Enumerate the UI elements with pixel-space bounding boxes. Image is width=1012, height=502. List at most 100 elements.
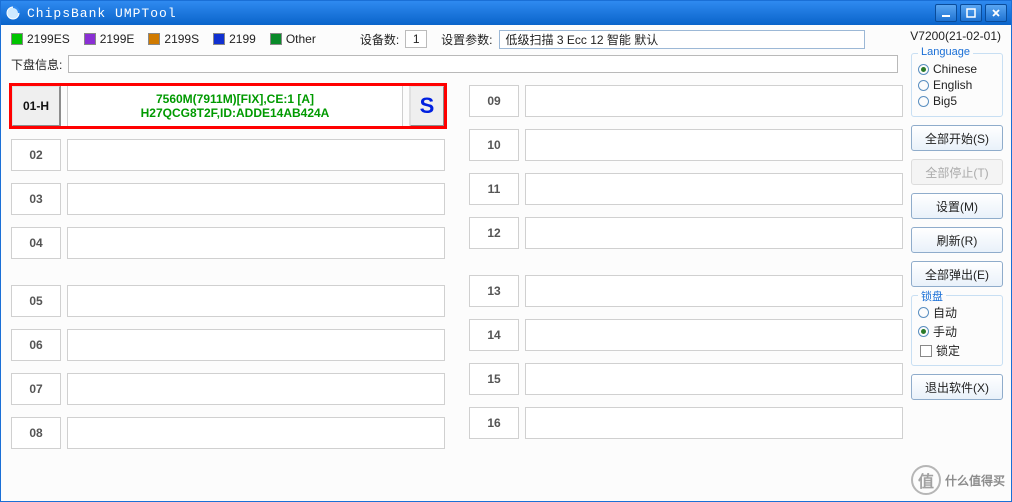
slot-info [67,373,445,405]
slot-info [525,173,903,205]
slot-status-button[interactable]: S [409,85,445,127]
slot-row: 06 [11,329,445,361]
slots-column-left: 01-H7560M(7911M)[FIX],CE:1 [A]H27QCG8T2F… [11,85,445,495]
slot-row: 02 [11,139,445,171]
version-label: V7200(21-02-01) [910,29,1001,43]
slot-row: 13 [469,275,903,307]
slot-info [67,329,445,361]
lock-auto-radio[interactable]: 自动 [918,304,996,321]
language-option[interactable]: Chinese [918,62,996,76]
slot-number-button[interactable]: 03 [11,183,61,215]
device-count-value: 1 [405,30,427,48]
slot-number-button[interactable]: 08 [11,417,61,449]
legend-item: 2199E [84,32,135,46]
legend-label: 2199ES [27,32,70,46]
slot-row: 08 [11,417,445,449]
legend-item: 2199S [148,32,199,46]
param-field[interactable]: 低级扫描 3 Ecc 12 智能 默认 [499,30,865,49]
legend-label: 2199 [229,32,256,46]
param-row: 设置参数: 低级扫描 3 Ecc 12 智能 默认 [441,30,864,49]
slot-number-button[interactable]: 01-H [11,85,61,127]
slot-number-button[interactable]: 05 [11,285,61,317]
lock-manual-radio[interactable]: 手动 [918,323,996,340]
stop-all-button[interactable]: 全部停止(T) [911,159,1003,185]
settings-button[interactable]: 设置(M) [911,193,1003,219]
slot-info [525,129,903,161]
slot-number-button[interactable]: 15 [469,363,519,395]
slot-info: 7560M(7911M)[FIX],CE:1 [A]H27QCG8T2F,ID:… [67,85,403,127]
legend-label: 2199S [164,32,199,46]
slot-info [67,285,445,317]
slot-number-button[interactable]: 09 [469,85,519,117]
slot-info [525,217,903,249]
disk-info-label: 下盘信息: [11,56,62,73]
slot-number-button[interactable]: 11 [469,173,519,205]
legend-swatch [270,33,282,45]
slot-row: 07 [11,373,445,405]
slots-area: 01-H7560M(7911M)[FIX],CE:1 [A]H27QCG8T2F… [11,85,903,495]
start-all-button[interactable]: 全部开始(S) [911,125,1003,151]
lock-group: 锁盘 自动 手动 锁定 [911,295,1003,366]
disk-info-field[interactable] [68,55,898,73]
slot-row: 10 [469,129,903,161]
watermark-icon: 值 [911,465,941,495]
language-option[interactable]: Big5 [918,94,996,108]
right-panel: Language ChineseEnglishBig5 全部开始(S) 全部停止… [911,53,1003,400]
legend-item: 2199ES [11,32,70,46]
slot-number-button[interactable]: 02 [11,139,61,171]
slot-info [525,407,903,439]
slot-number-button[interactable]: 06 [11,329,61,361]
legend-swatch [84,33,96,45]
refresh-button[interactable]: 刷新(R) [911,227,1003,253]
disk-info-row: 下盘信息: [1,53,1011,75]
legend-swatch [11,33,23,45]
legend-label: Other [286,32,316,46]
slot-number-button[interactable]: 10 [469,129,519,161]
exit-button[interactable]: 退出软件(X) [911,374,1003,400]
legend-swatch [148,33,160,45]
slot-row: 16 [469,407,903,439]
slot-row: 14 [469,319,903,351]
device-count-label: 设备数: [360,31,399,48]
slot-number-button[interactable]: 07 [11,373,61,405]
slot-info [67,417,445,449]
device-count: 设备数: 1 [360,30,427,48]
lock-checkbox[interactable]: 锁定 [920,342,996,359]
slot-number-button[interactable]: 14 [469,319,519,351]
language-title: Language [918,46,973,58]
legend: 2199ES 2199E 2199S 2199 Other [11,32,316,46]
close-button[interactable] [985,4,1007,22]
slot-row: 05 [11,285,445,317]
slot-info [525,85,903,117]
slot-row: 11 [469,173,903,205]
slot-number-button[interactable]: 12 [469,217,519,249]
language-option[interactable]: English [918,78,996,92]
slot-info [525,275,903,307]
eject-all-button[interactable]: 全部弹出(E) [911,261,1003,287]
watermark: 值 什么值得买 [911,465,1005,495]
top-toolbar: 2199ES 2199E 2199S 2199 Other 设备数: 1 设置参数: 低… [1,25,1011,53]
slot-info [525,363,903,395]
minimize-button[interactable] [935,4,957,22]
slot-info [525,319,903,351]
param-label: 设置参数: [441,31,492,48]
legend-item: 2199 [213,32,256,46]
slot-info [67,139,445,171]
window-title: ChipsBank UMPTool [27,6,935,21]
slot-row: 15 [469,363,903,395]
app-window: ChipsBank UMPTool 2199ES 2199E 2199S 2199 Ot… [0,0,1012,502]
slot-row: 09 [469,85,903,117]
slot-number-button[interactable]: 13 [469,275,519,307]
lock-title: 锁盘 [918,288,946,304]
app-icon [5,5,21,21]
maximize-button[interactable] [960,4,982,22]
slot-row: 12 [469,217,903,249]
slots-column-right: 09 10 11 12 13 14 15 16 [469,85,903,495]
slot-number-button[interactable]: 16 [469,407,519,439]
slot-number-button[interactable]: 04 [11,227,61,259]
slot-info [67,227,445,259]
slot-row: 04 [11,227,445,259]
legend-swatch [213,33,225,45]
legend-item: Other [270,32,316,46]
slot-info [67,183,445,215]
